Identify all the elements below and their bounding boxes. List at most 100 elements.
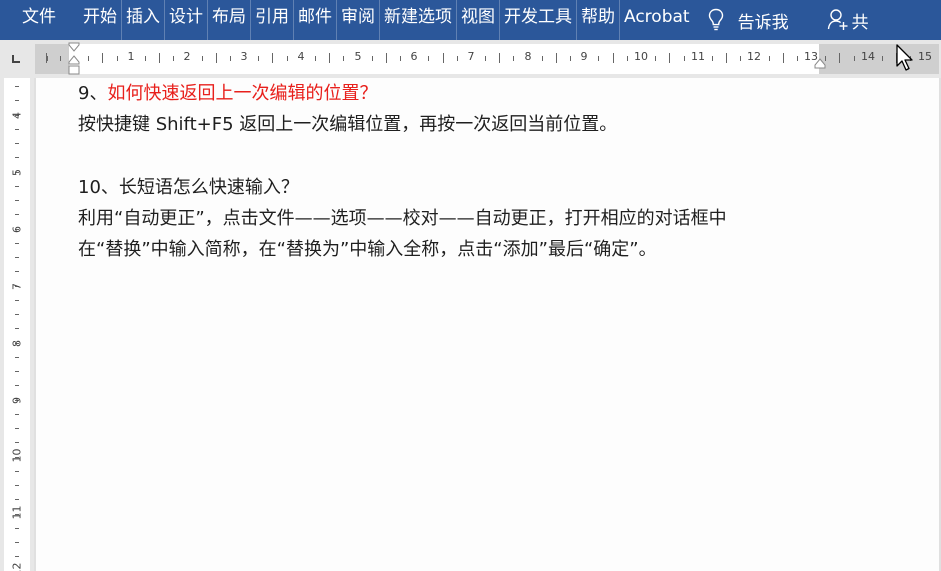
- ruler-tick: [740, 56, 741, 61]
- tab-help[interactable]: 帮助: [577, 0, 620, 40]
- ruler-number: 15: [918, 50, 932, 63]
- q9-answer: 按快捷键 Shift+F5 返回上一次编辑位置，再按一次返回当前位置。: [78, 114, 618, 135]
- tab-developer[interactable]: 开发工具: [500, 0, 577, 40]
- ruler-tick: [15, 243, 19, 244]
- ruler-tick: [542, 56, 543, 61]
- ruler-number: 5: [10, 169, 24, 176]
- ruler-tick: [15, 100, 19, 101]
- ruler-tick: [60, 56, 61, 61]
- ruler-tick: [669, 53, 670, 63]
- ruler-tick: [15, 414, 19, 415]
- ruler-tick: [400, 56, 401, 61]
- ruler-tick: [882, 56, 883, 61]
- ruler-tick: [202, 56, 203, 61]
- ruler-tick: [315, 56, 316, 61]
- document-area: 9、如何快速返回上一次编辑的位置？ 按快捷键 Shift+F5 返回上一次编辑位…: [34, 78, 941, 571]
- ruler-tick: [428, 56, 429, 61]
- share-button[interactable]: 共: [827, 0, 869, 40]
- ruler-number: 6: [410, 50, 418, 63]
- ruler-tick: [15, 143, 19, 144]
- share-label: 共: [851, 12, 869, 33]
- ruler-number: 2: [183, 50, 191, 63]
- tab-insert[interactable]: 插入: [122, 0, 165, 40]
- ruler-tick: [173, 56, 174, 61]
- ruler-tick: [15, 129, 19, 130]
- tab-home[interactable]: 开始: [79, 0, 122, 40]
- vertical-ruler[interactable]: 4 5 6 7 8 9 10 11 12: [0, 78, 34, 571]
- ruler-tick: [726, 53, 727, 63]
- ruler-number: 10: [634, 50, 648, 63]
- ruler-number: 7: [10, 283, 24, 290]
- tab-file[interactable]: 文件: [0, 0, 79, 40]
- ruler-tick: [386, 53, 387, 63]
- ruler-number: 12: [747, 50, 761, 63]
- ruler-number: 14: [861, 50, 875, 63]
- left-tab-icon: [12, 55, 20, 63]
- ruler-number: 5: [354, 50, 362, 63]
- document-content[interactable]: 9、如何快速返回上一次编辑的位置？ 按快捷键 Shift+F5 返回上一次编辑位…: [78, 78, 727, 265]
- tab-new-tab[interactable]: 新建选项: [380, 0, 457, 40]
- ruler-tick: [258, 56, 259, 61]
- document-page[interactable]: 9、如何快速返回上一次编辑的位置？ 按快捷键 Shift+F5 返回上一次编辑位…: [36, 78, 939, 571]
- ruler-tick: [15, 214, 19, 215]
- tell-me-label: 告诉我: [737, 12, 789, 33]
- ruler-number: 7: [467, 50, 475, 63]
- ruler-tick: [499, 53, 500, 63]
- tab-references[interactable]: 引用: [251, 0, 294, 40]
- ruler-number: 11: [691, 50, 705, 63]
- ruler-left-margin: [35, 44, 69, 74]
- ruler-tick: [15, 442, 19, 443]
- ruler-tick: [15, 300, 19, 301]
- tab-layout[interactable]: 布局: [208, 0, 251, 40]
- ruler-tick: [88, 56, 89, 61]
- ruler-tick: [684, 56, 685, 61]
- first-line-indent-marker[interactable]: [68, 42, 80, 76]
- vertical-ruler-track: 4 5 6 7 8 9 10 11 12: [4, 78, 30, 571]
- ruler-tick: [117, 56, 118, 61]
- tab-mailings[interactable]: 邮件: [294, 0, 337, 40]
- ruler-tick: [15, 86, 19, 87]
- tab-stop-selector[interactable]: [0, 44, 34, 74]
- ruler-tick: [854, 56, 855, 61]
- tell-me-search[interactable]: 告诉我: [708, 0, 789, 40]
- ruler-tick: [598, 56, 599, 61]
- tab-acrobat[interactable]: Acrobat: [620, 0, 694, 40]
- ruler-tick: [712, 56, 713, 61]
- ruler-tick: [513, 56, 514, 61]
- ruler-tick: [613, 53, 614, 63]
- ruler-number: 1: [127, 50, 135, 63]
- person-add-icon: [827, 9, 848, 30]
- ruler-tick: [15, 200, 19, 201]
- ruler-number: 3: [240, 50, 248, 63]
- q10-answer-line-2: 在“替换”中输入简称，在“替换为”中输入全称，点击“添加”最后“确定”。: [78, 239, 657, 260]
- ruler-tick: [102, 53, 103, 63]
- lightbulb-icon: [708, 8, 723, 31]
- ruler-tick: [15, 385, 19, 386]
- ruler-tick: [15, 186, 19, 187]
- q9-number: 9、: [78, 83, 108, 104]
- horizontal-ruler[interactable]: 1 2 3 4 5 6 7 8 9 10 11 12 13 14 15: [35, 42, 939, 76]
- q9-heading: 9、如何快速返回上一次编辑的位置？: [78, 78, 727, 109]
- ruler-tick: [769, 56, 770, 61]
- ruler-tick: [287, 56, 288, 61]
- ruler-tick: [15, 471, 19, 472]
- ruler-tick: [15, 314, 19, 315]
- ruler-tick: [485, 56, 486, 61]
- tab-design[interactable]: 设计: [165, 0, 208, 40]
- q10-answer-line-1: 利用“自动更正”，点击文件——选项——校对——自动更正，打开相应的对话框中: [78, 208, 727, 229]
- ruler-tick: [15, 542, 19, 543]
- tab-review[interactable]: 审阅: [337, 0, 380, 40]
- ruler-tick: [15, 499, 19, 500]
- ruler-tick: [15, 556, 19, 557]
- ruler-number: 11: [10, 505, 24, 520]
- ruler-tick: [15, 328, 19, 329]
- horizontal-ruler-bar: 1 2 3 4 5 6 7 8 9 10 11 12 13 14 15: [0, 40, 941, 78]
- tab-view[interactable]: 视图: [457, 0, 500, 40]
- ruler-tick: [797, 56, 798, 61]
- ruler-tick: [230, 56, 231, 61]
- ruler-number: 8: [524, 50, 532, 63]
- ruler-tick: [15, 528, 19, 529]
- ruler-tick: [839, 53, 840, 63]
- ruler-number: 8: [10, 340, 24, 347]
